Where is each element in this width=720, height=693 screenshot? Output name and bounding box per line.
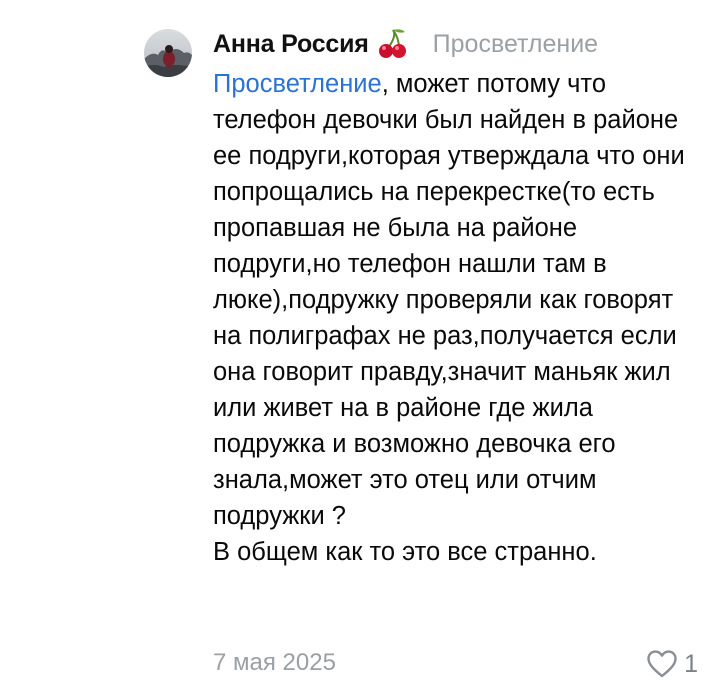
reply-to-link[interactable]: Просветление <box>433 30 598 59</box>
heart-outline-icon <box>646 649 678 679</box>
like-button[interactable]: 1 <box>646 648 698 680</box>
comment-body: Просветление, может потому что телефон д… <box>213 66 693 570</box>
comment-header: Анна Россия Просветление <box>213 24 598 64</box>
cherries-icon <box>375 26 409 62</box>
comment-date[interactable]: 7 мая 2025 <box>213 646 336 680</box>
comment-text: , может потому что телефон девочки был н… <box>213 70 685 566</box>
mention-link[interactable]: Просветление <box>213 70 382 98</box>
author-name[interactable]: Анна Россия <box>213 30 369 59</box>
avatar[interactable] <box>144 29 192 77</box>
like-count: 1 <box>684 650 698 678</box>
